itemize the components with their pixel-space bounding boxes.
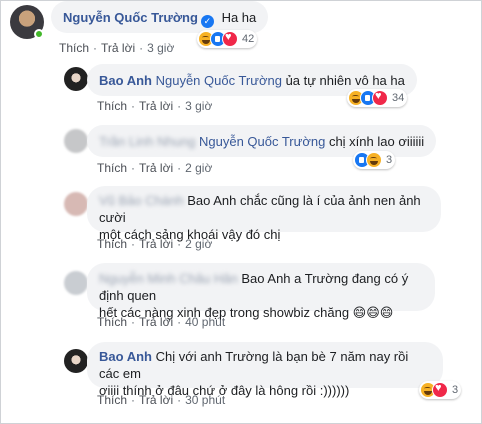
reaction-summary[interactable]: 34 [347, 89, 408, 107]
mention-link[interactable]: Nguyễn Quốc Trường [199, 134, 325, 149]
reply-button[interactable]: Trả lời [139, 99, 173, 113]
like-button[interactable]: Thích [97, 99, 127, 113]
comment-text: ủa tự nhiên vô ha ha [285, 73, 405, 88]
comment-time[interactable]: 2 giờ [185, 161, 212, 175]
comment-line: Bao Anh Chị với anh Trường là bạn bè 7 n… [99, 348, 431, 382]
reaction-count: 34 [392, 92, 405, 104]
love-reaction-icon [222, 31, 238, 47]
verified-badge-icon: ✓ [200, 15, 214, 28]
reply-button[interactable]: Trả lời [139, 237, 173, 251]
love-reaction-icon [372, 90, 388, 106]
comment-author[interactable]: Bao Anh [99, 349, 152, 364]
comment-text: Ha ha [221, 10, 257, 25]
comment-bubble: Nguyễn Quốc Trường ✓ Ha ha [51, 1, 269, 33]
like-button[interactable]: Thích [97, 315, 127, 329]
reply-button[interactable]: Trả lời [139, 393, 173, 407]
reply-button[interactable]: Trả lời [139, 315, 173, 329]
reaction-summary[interactable]: 3 [353, 151, 396, 169]
comment-time[interactable]: 3 giờ [147, 41, 174, 55]
comment-line: Nguyễn Minh Châu Hân Bao Anh a Trường đa… [99, 270, 423, 304]
avatar[interactable] [64, 67, 88, 91]
comment-actions: Thích · Trả lời · 40 phút [97, 315, 226, 329]
online-status-dot [34, 29, 44, 39]
reaction-count: 42 [242, 33, 255, 45]
comment-bubble: Nguyễn Minh Châu Hân Bao Anh a Trường đa… [87, 263, 435, 320]
comment-bubble: Vũ Bảo Chánh Bao Anh chắc cũng là í của … [87, 186, 441, 242]
avatar[interactable] [64, 271, 88, 295]
comment-author[interactable]: Nguyễn Minh Châu Hân [99, 271, 238, 286]
avatar[interactable] [64, 129, 88, 153]
comment-actions: Thích · Trả lời · 3 giờ [59, 41, 175, 55]
reaction-summary[interactable]: 3 [419, 381, 462, 399]
comment-author[interactable]: Trần Linh Nhung [99, 134, 195, 149]
comment-time[interactable]: 40 phút [185, 315, 225, 329]
comment-time[interactable]: 3 giờ [185, 99, 212, 113]
love-reaction-icon [432, 382, 448, 398]
like-button[interactable]: Thích [97, 393, 127, 407]
reply-button[interactable]: Trả lời [101, 41, 135, 55]
reaction-summary[interactable]: 42 [197, 30, 258, 48]
like-button[interactable]: Thích [59, 41, 89, 55]
reaction-count: 3 [452, 384, 459, 396]
comment-time[interactable]: 30 phút [185, 393, 225, 407]
comment-author[interactable]: Bao Anh [99, 73, 152, 88]
comment-bubble: Bao Anh Chị với anh Trường là bạn bè 7 n… [87, 342, 443, 398]
comment-author[interactable]: Nguyễn Quốc Trường [63, 10, 198, 25]
reply-button[interactable]: Trả lời [139, 161, 173, 175]
comment-text: chị xính lao ơiiiiii [328, 134, 425, 149]
like-button[interactable]: Thích [97, 161, 127, 175]
comment-actions: Thích · Trả lời · 30 phút [97, 393, 226, 407]
comment-actions: Thích · Trả lời · 2 giờ [97, 237, 213, 251]
comment-author[interactable]: Vũ Bảo Chánh [99, 193, 184, 208]
avatar[interactable] [64, 192, 88, 216]
comment-line: Vũ Bảo Chánh Bao Anh chắc cũng là í của … [99, 192, 429, 226]
haha-reaction-icon [366, 152, 382, 168]
reaction-count: 3 [386, 154, 393, 166]
like-button[interactable]: Thích [97, 237, 127, 251]
comment-time[interactable]: 2 giờ [185, 237, 212, 251]
comment-actions: Thích · Trả lời · 3 giờ [97, 99, 213, 113]
mention-link[interactable]: Nguyễn Quốc Trường [156, 73, 282, 88]
avatar[interactable] [64, 349, 88, 373]
comment-thread: Nguyễn Quốc Trường✓ Ha ha 42 Thích·Trả l… [0, 0, 482, 424]
comment-actions: Thích · Trả lời · 2 giờ [97, 161, 213, 175]
